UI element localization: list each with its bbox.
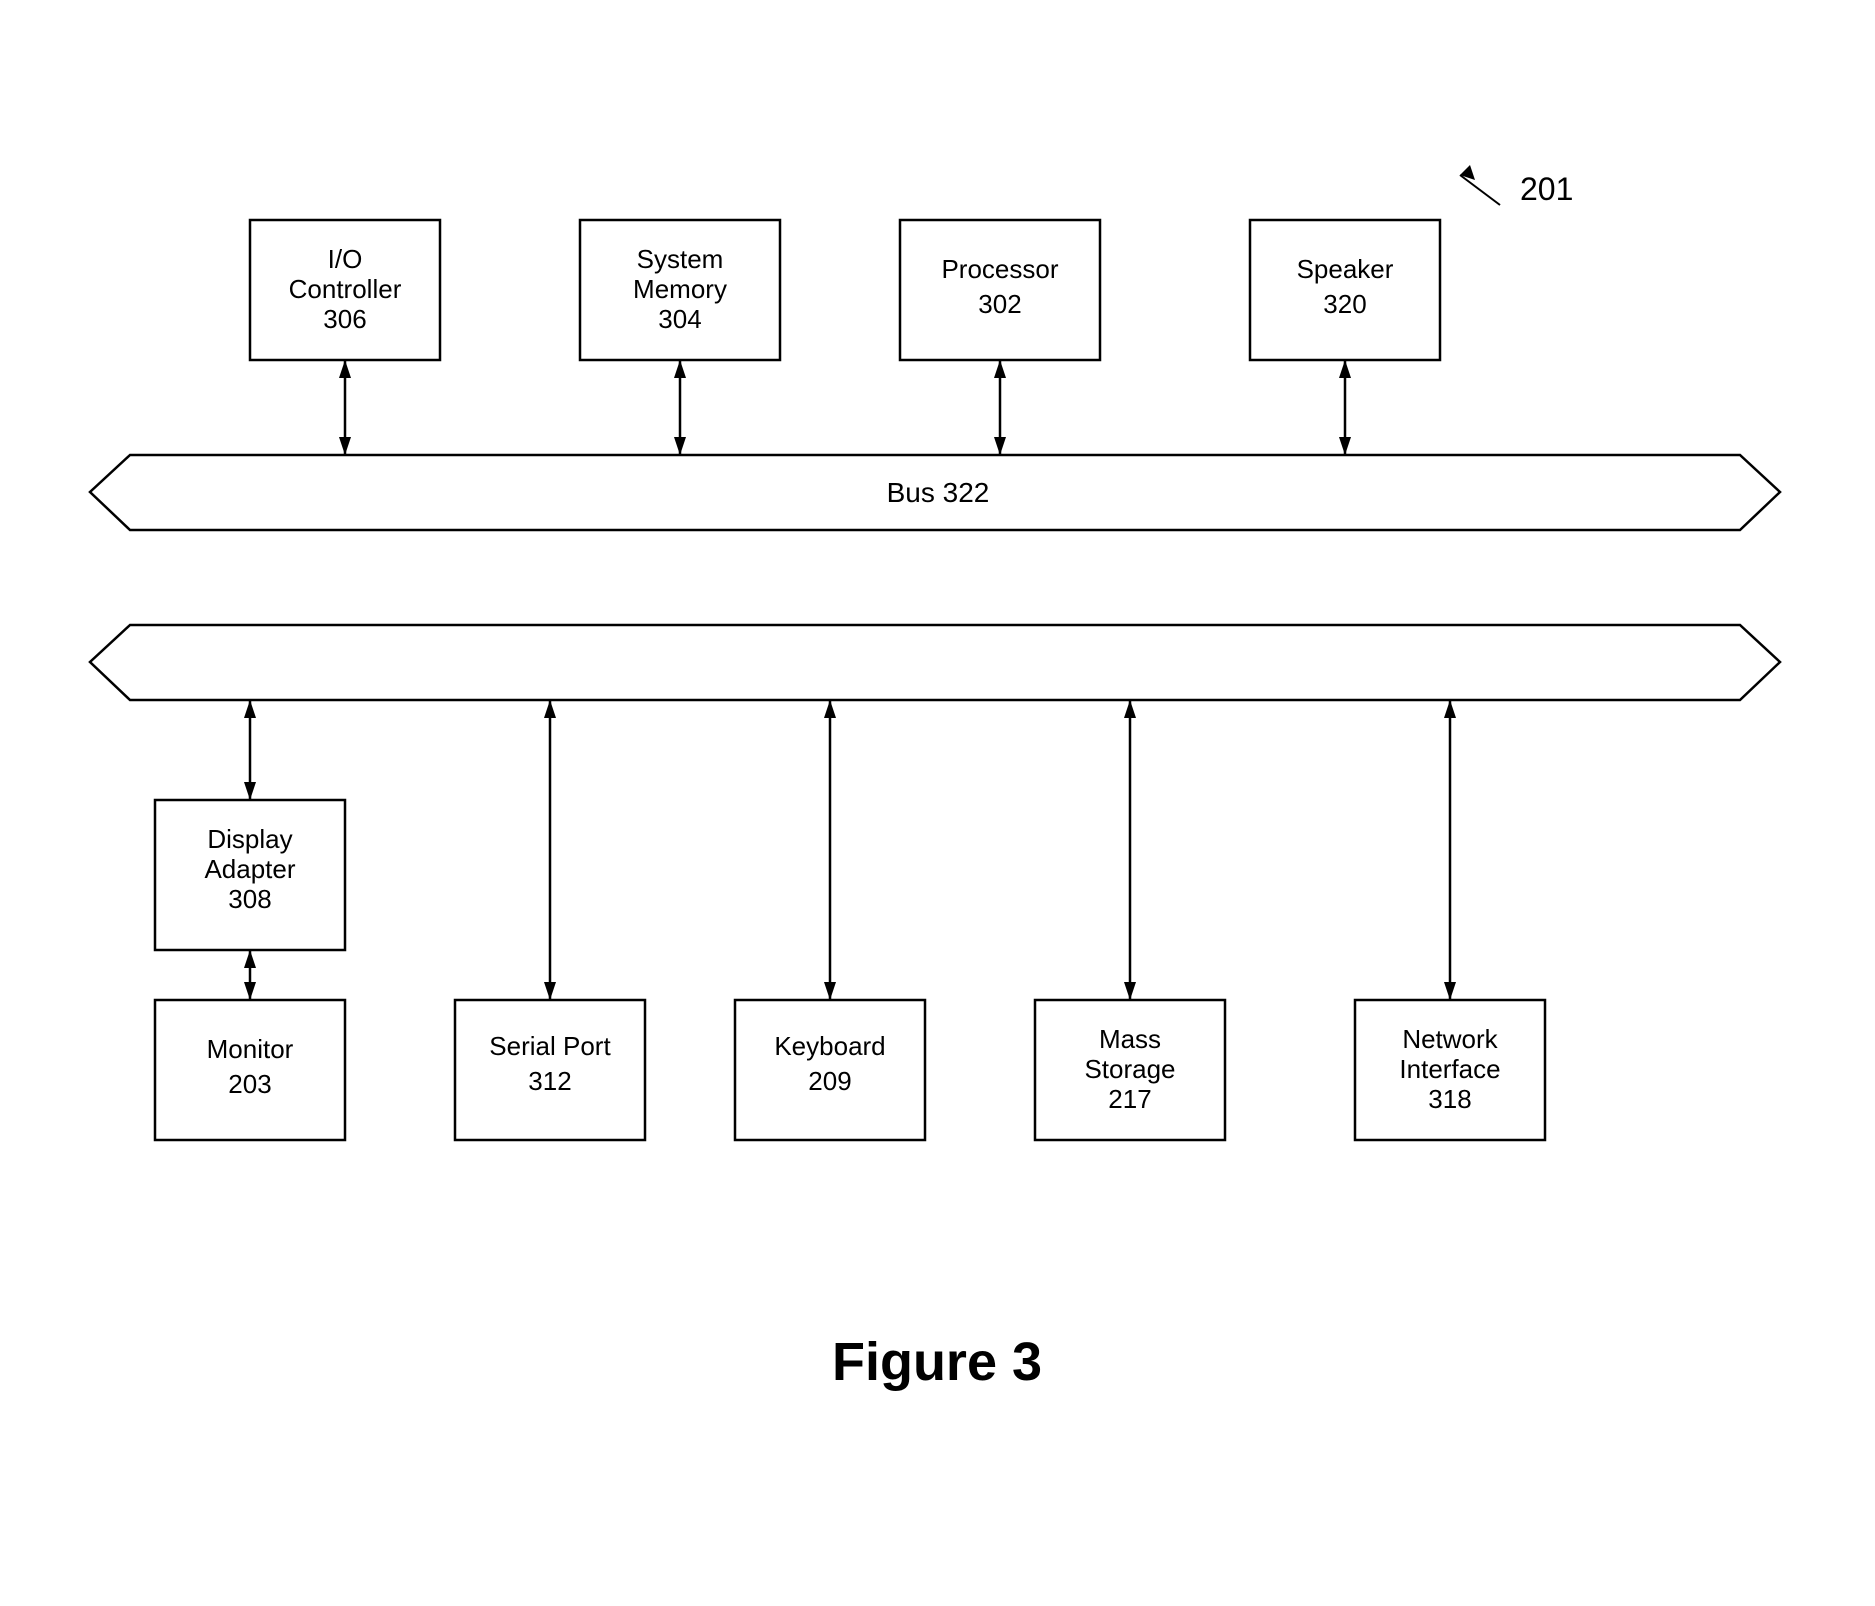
svg-text:209: 209 [808, 1066, 851, 1096]
svg-text:302: 302 [978, 289, 1021, 319]
svg-text:Controller: Controller [289, 274, 402, 304]
diagram-svg: 201 I/O Controller 306 System Memory 304… [0, 0, 1875, 1601]
svg-text:Processor: Processor [941, 254, 1058, 284]
svg-text:203: 203 [228, 1069, 271, 1099]
figure-caption: Figure 3 [832, 1332, 1042, 1392]
svg-text:318: 318 [1428, 1084, 1471, 1114]
svg-text:Serial Port: Serial Port [489, 1031, 611, 1061]
svg-text:Interface: Interface [1399, 1054, 1500, 1084]
svg-text:Mass: Mass [1099, 1024, 1161, 1054]
svg-text:Memory: Memory [633, 274, 727, 304]
svg-text:Display: Display [207, 824, 292, 854]
bus-322-label: Bus 322 [887, 477, 990, 508]
svg-text:Network: Network [1402, 1024, 1498, 1054]
svg-text:306: 306 [323, 304, 366, 334]
svg-text:Keyboard: Keyboard [774, 1031, 885, 1061]
svg-text:217: 217 [1108, 1084, 1151, 1114]
svg-text:312: 312 [528, 1066, 571, 1096]
svg-text:320: 320 [1323, 289, 1366, 319]
svg-text:Adapter: Adapter [204, 854, 295, 884]
svg-text:Storage: Storage [1084, 1054, 1175, 1084]
svg-text:System: System [637, 244, 724, 274]
svg-text:304: 304 [658, 304, 701, 334]
svg-text:308: 308 [228, 884, 271, 914]
ref-201-label: 201 [1520, 171, 1573, 207]
svg-text:Monitor: Monitor [207, 1034, 294, 1064]
io-controller-label: I/O [328, 244, 363, 274]
svg-text:Speaker: Speaker [1297, 254, 1394, 284]
